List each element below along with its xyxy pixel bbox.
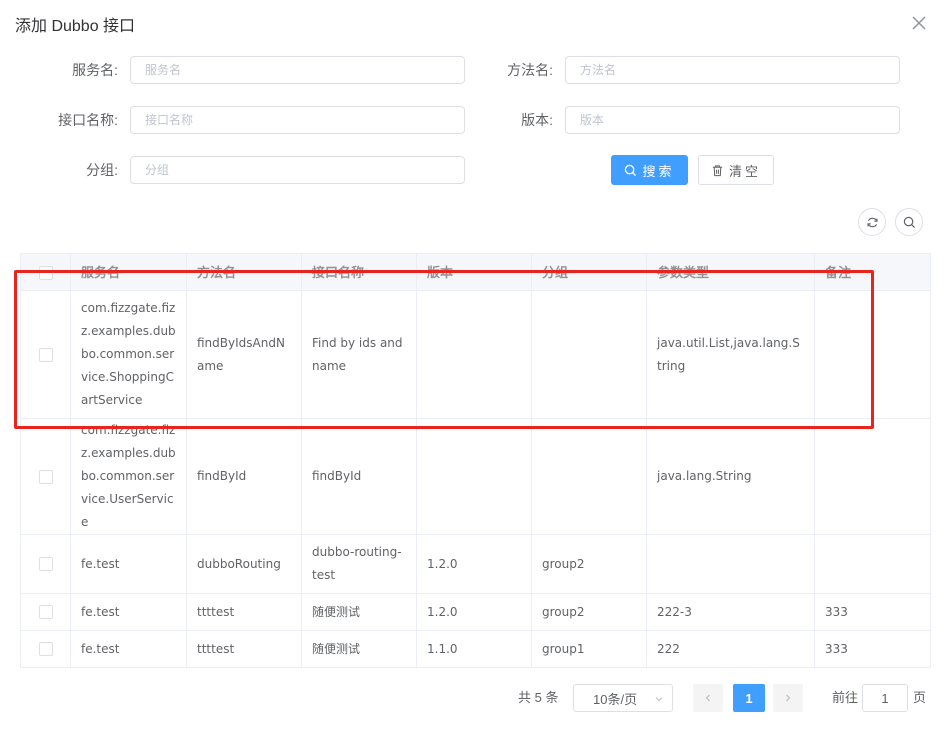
api-name-label: 接口名称: — [58, 112, 118, 128]
header-select-cell — [20, 253, 71, 291]
search-button-label: 搜索 — [642, 163, 675, 179]
column-header-version: 版本 — [416, 253, 532, 291]
cell-group — [531, 290, 647, 419]
cell-version: 1.1.0 — [416, 630, 532, 668]
table-row[interactable]: com.fizzgate.fizz.examples.dubbo.common.… — [20, 418, 931, 535]
cell-api-name: 随便测试 — [301, 630, 417, 668]
dubbo-interface-table: 服务名 方法名 接口名称 版本 分组 参数类型 备注 com.fizzgate.… — [20, 253, 931, 668]
row-select-cell — [20, 418, 71, 535]
table-row[interactable]: fe.test dubboRouting dubbo-routing-test … — [20, 534, 931, 594]
cell-remark — [814, 534, 931, 594]
cell-api-name: Find by ids and name — [301, 290, 417, 419]
page-size-select[interactable]: 10条/页 — [573, 684, 673, 712]
refresh-button[interactable] — [858, 208, 886, 236]
cell-api-name: dubbo-routing-test — [301, 534, 417, 594]
cell-param-types — [646, 534, 815, 594]
cell-method: findByIdsAndName — [186, 290, 302, 419]
row-select-cell — [20, 290, 71, 419]
select-all-checkbox[interactable] — [38, 266, 53, 281]
table-row[interactable]: fe.test ttttest 随便测试 1.2.0 group2 222-3 … — [20, 593, 931, 631]
clear-button[interactable]: 清空 — [698, 155, 774, 185]
row-checkbox[interactable] — [38, 605, 53, 619]
cell-method: dubboRouting — [186, 534, 302, 594]
page-number-current[interactable]: 1 — [733, 684, 765, 712]
search-icon — [625, 164, 637, 176]
chevron-right-icon — [786, 694, 791, 702]
column-header-remark: 备注 — [814, 253, 931, 291]
cell-service: fe.test — [70, 630, 187, 668]
next-page-button[interactable] — [773, 684, 803, 712]
row-select-cell — [20, 534, 71, 594]
search-icon — [903, 216, 915, 228]
cell-param-types: 222-3 — [646, 593, 815, 631]
table-search-button[interactable] — [895, 208, 923, 236]
column-header-param-types: 参数类型 — [646, 253, 815, 291]
cell-method: findById — [186, 418, 302, 535]
cell-method: ttttest — [186, 593, 302, 631]
cell-version — [416, 418, 532, 535]
cell-version: 1.2.0 — [416, 534, 532, 594]
cell-service: fe.test — [70, 593, 187, 631]
cell-group: group1 — [531, 630, 647, 668]
cell-version — [416, 290, 532, 419]
column-header-api-name: 接口名称 — [301, 253, 417, 291]
row-checkbox[interactable] — [38, 642, 53, 656]
cell-service: com.fizzgate.fizz.examples.dubbo.common.… — [70, 418, 187, 535]
service-name-input[interactable] — [130, 56, 465, 84]
table-header-row: 服务名 方法名 接口名称 版本 分组 参数类型 备注 — [20, 253, 931, 291]
chevron-down-icon — [655, 697, 663, 702]
cell-param-types: java.util.List,java.lang.String — [646, 290, 815, 419]
row-checkbox[interactable] — [38, 347, 53, 362]
group-label: 分组: — [86, 162, 118, 178]
row-checkbox[interactable] — [38, 557, 53, 571]
cell-service: com.fizzgate.fizz.examples.dubbo.common.… — [70, 290, 187, 419]
group-input[interactable] — [130, 156, 465, 184]
cell-remark — [814, 290, 931, 419]
close-icon[interactable] — [908, 12, 930, 34]
service-name-label: 服务名: — [72, 62, 118, 78]
version-input[interactable] — [565, 106, 900, 134]
table-row[interactable]: fe.test ttttest 随便测试 1.1.0 group1 222 33… — [20, 630, 931, 668]
chevron-left-icon — [705, 694, 710, 702]
page-size-value: 10条/页 — [593, 691, 638, 707]
cell-param-types: java.lang.String — [646, 418, 815, 535]
clear-button-label: 清空 — [728, 163, 761, 179]
method-name-input[interactable] — [565, 56, 900, 84]
cell-remark — [814, 418, 931, 535]
column-header-method: 方法名 — [186, 253, 302, 291]
method-name-label: 方法名: — [507, 62, 553, 78]
search-button[interactable]: 搜索 — [611, 155, 688, 185]
refresh-icon — [866, 217, 878, 227]
row-select-cell — [20, 630, 71, 668]
trash-icon — [712, 164, 723, 176]
table-row[interactable]: com.fizzgate.fizz.examples.dubbo.common.… — [20, 290, 931, 419]
cell-remark: 333 — [814, 593, 931, 631]
cell-remark: 333 — [814, 630, 931, 668]
row-select-cell — [20, 593, 71, 631]
row-checkbox[interactable] — [38, 469, 53, 484]
cell-group: group2 — [531, 593, 647, 631]
dialog-title: 添加 Dubbo 接口 — [15, 18, 136, 35]
cell-api-name: 随便测试 — [301, 593, 417, 631]
goto-label: 前往 — [832, 690, 859, 705]
cell-method: ttttest — [186, 630, 302, 668]
cell-group — [531, 418, 647, 535]
column-header-service: 服务名 — [70, 253, 187, 291]
cell-group: group2 — [531, 534, 647, 594]
goto-page-input[interactable] — [862, 684, 908, 712]
cell-api-name: findById — [301, 418, 417, 535]
prev-page-button[interactable] — [693, 684, 723, 712]
cell-service: fe.test — [70, 534, 187, 594]
column-header-group: 分组 — [531, 253, 647, 291]
pagination-total: 共 5 条 — [518, 690, 559, 705]
version-label: 版本: — [521, 112, 553, 128]
api-name-input[interactable] — [130, 106, 465, 134]
cell-version: 1.2.0 — [416, 593, 532, 631]
cell-param-types: 222 — [646, 630, 815, 668]
goto-suffix: 页 — [913, 690, 927, 705]
